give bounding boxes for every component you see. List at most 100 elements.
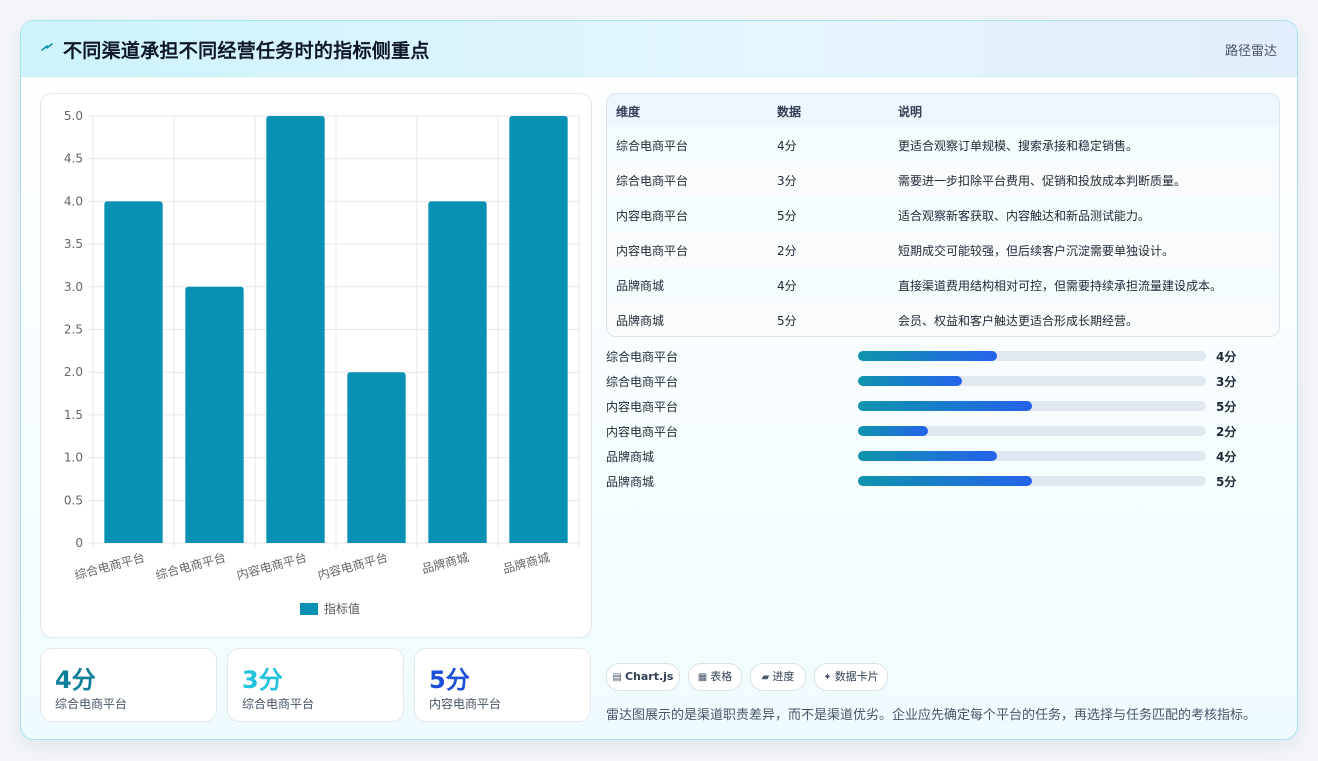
- kpi-label: 综合电商平台: [242, 697, 315, 711]
- progress-list: 综合电商平台 4分 综合电商平台 3分 内容电商平台 5分 内容电商平台 2分 …: [606, 343, 1278, 493]
- legend-swatch: [300, 603, 318, 615]
- table-cell: 需要进一步扣除平台费用、促销和投放成本判断质量。: [898, 174, 1187, 188]
- dashboard-card: 不同渠道承担不同经营任务时的指标侧重点 路径雷达 0 0.5 1.0 1.5 2.0 2.…: [20, 20, 1298, 740]
- table-cell: 品牌商城: [616, 279, 665, 293]
- progress-fill: [858, 401, 1032, 411]
- tag-progress[interactable]: ▰ 进度: [750, 663, 806, 691]
- legend-label: 指标值: [324, 601, 360, 616]
- progress-value: 4分: [1216, 350, 1237, 364]
- progress-value: 4分: [1216, 450, 1237, 464]
- kpi-value: 3分: [242, 666, 283, 694]
- progress-track: [858, 376, 1206, 386]
- tag-data-card[interactable]: ✦ 数据卡片: [814, 663, 888, 691]
- progress-row: 内容电商平台 2分: [606, 418, 1278, 443]
- sparkle-icon: ✦: [823, 672, 832, 683]
- table-row: 综合电商平台 3分 需要进一步扣除平台费用、促销和投放成本判断质量。: [607, 162, 1279, 198]
- x-tick-label: 内容电商平台: [316, 549, 389, 582]
- progress-track: [858, 401, 1206, 411]
- kpi-card-2: 3分 综合电商平台: [227, 648, 404, 722]
- progress-track: [858, 426, 1206, 436]
- progress-track: [858, 351, 1206, 361]
- y-tick-label: 4.5: [64, 152, 83, 166]
- table-cell: 综合电商平台: [616, 174, 689, 188]
- table-header-cell: 维度: [616, 105, 641, 119]
- tag-table[interactable]: ▦ 表格: [688, 663, 742, 691]
- progress-value: 3分: [1216, 375, 1237, 389]
- x-tick-label: 综合电商平台: [73, 549, 146, 582]
- tag-label: 表格: [710, 670, 733, 683]
- table-icon: ▦: [697, 672, 708, 683]
- x-tick-label: 品牌商城: [501, 549, 551, 576]
- tag-label: 数据卡片: [834, 670, 879, 683]
- y-tick-label: 2.5: [64, 323, 83, 337]
- table-header-cell: 说明: [898, 105, 923, 119]
- bar: [104, 201, 163, 543]
- table-cell: 5分: [777, 314, 797, 328]
- progress-track: [858, 476, 1206, 486]
- kpi-card-3: 5分 内容电商平台: [414, 648, 591, 722]
- table-row: 综合电商平台 4分 更适合观察订单规模、搜索承接和稳定销售。: [607, 127, 1279, 163]
- table-row: 内容电商平台 5分 适合观察新客获取、内容触达和新品测试能力。: [607, 197, 1279, 233]
- x-tick-label: 综合电商平台: [154, 549, 227, 582]
- progress-value: 5分: [1216, 475, 1237, 489]
- table-cell: 3分: [777, 174, 797, 188]
- header-tag: 路径雷达: [1224, 44, 1277, 59]
- bar-chart-canvas: 0 0.5 1.0 1.5 2.0 2.5 3.0 3.5 4.0 4.5 5.0 综合电商平台 综合电…: [64, 109, 580, 616]
- y-tick-label: 1.0: [64, 451, 83, 465]
- table-row: 品牌商城 5分 会员、权益和客户触达更适合形成长期经营。: [607, 302, 1279, 336]
- card-header: 不同渠道承担不同经营任务时的指标侧重点 路径雷达: [21, 21, 1297, 77]
- table-row: 品牌商城 4分 直接渠道费用结构相对可控，但需要持续承担流量建设成本。: [607, 267, 1279, 303]
- table-cell: 4分: [777, 139, 797, 153]
- progress-row: 综合电商平台 4分: [606, 343, 1278, 368]
- progress-row: 综合电商平台 3分: [606, 368, 1278, 393]
- kpi-label: 内容电商平台: [429, 697, 502, 711]
- progress-fill: [858, 351, 998, 361]
- table-cell: 2分: [777, 244, 797, 258]
- page-title: 不同渠道承担不同经营任务时的指标侧重点: [63, 40, 430, 62]
- progress-value: 5分: [1216, 400, 1237, 414]
- progress-track: [858, 451, 1206, 461]
- table-cell: 直接渠道费用结构相对可控，但需要持续承担流量建设成本。: [898, 279, 1223, 293]
- table-cell: 品牌商城: [616, 314, 665, 328]
- table-cell: 内容电商平台: [616, 209, 689, 223]
- table-cell: 适合观察新客获取、内容触达和新品测试能力。: [898, 209, 1151, 223]
- progress-label: 内容电商平台: [606, 400, 679, 414]
- progress-row: 内容电商平台 5分: [606, 393, 1278, 418]
- table-cell: 更适合观察订单规模、搜索承接和稳定销售。: [898, 139, 1139, 153]
- progress-value: 2分: [1216, 425, 1237, 439]
- progress-fill: [858, 426, 928, 436]
- bar: [509, 116, 568, 543]
- progress-icon: ▰: [761, 672, 770, 683]
- progress-fill: [858, 451, 998, 461]
- table-cell: 5分: [777, 209, 797, 223]
- progress-fill: [858, 476, 1032, 486]
- y-tick-label: 0: [75, 536, 83, 550]
- progress-label: 品牌商城: [606, 475, 655, 489]
- kpi-card-1: 4分 综合电商平台: [40, 648, 217, 722]
- bar: [347, 372, 406, 543]
- tag-label: Chart.js: [624, 670, 674, 683]
- tag-label: 进度: [772, 670, 795, 683]
- table-cell: 综合电商平台: [616, 139, 689, 153]
- kpi-value: 4分: [55, 666, 96, 694]
- y-tick-label: 5.0: [64, 109, 83, 123]
- chart-icon: ▤: [612, 672, 622, 683]
- table-header-cell: 数据: [777, 105, 802, 119]
- y-tick-label: 0.5: [64, 493, 83, 507]
- table-cell: 内容电商平台: [616, 244, 689, 258]
- y-tick-label: 3.0: [64, 280, 83, 294]
- table-header-row: 维度 数据 说明: [607, 94, 1279, 128]
- bar-chart: 0 0.5 1.0 1.5 2.0 2.5 3.0 3.5 4.0 4.5 5.0 综合电商平台 综合电…: [40, 93, 592, 638]
- kpi-label: 综合电商平台: [55, 697, 128, 711]
- progress-label: 内容电商平台: [606, 425, 679, 439]
- bar: [185, 286, 244, 543]
- kpi-value: 5分: [429, 666, 470, 694]
- y-tick-label: 4.0: [64, 194, 83, 208]
- bar: [266, 116, 325, 543]
- table-cell: 4分: [777, 279, 797, 293]
- tag-chartjs[interactable]: ▤ Chart.js: [606, 663, 680, 691]
- progress-label: 综合电商平台: [606, 375, 679, 389]
- y-tick-label: 1.5: [64, 408, 83, 422]
- progress-label: 品牌商城: [606, 450, 655, 464]
- data-table: 维度 数据 说明 综合电商平台 4分 更适合观察订单规模、搜索承接和稳定销售。 …: [606, 93, 1280, 337]
